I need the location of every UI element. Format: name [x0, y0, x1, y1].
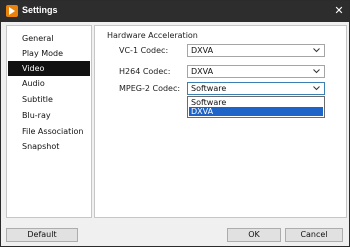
mpeg2-codec-select[interactable]: Software — [187, 82, 325, 95]
sidebar-item-audio[interactable]: Audio — [8, 76, 90, 91]
default-button[interactable]: Default — [6, 228, 78, 242]
ok-button[interactable]: OK — [227, 228, 281, 242]
title-bar: Settings ✕ — [1, 1, 349, 22]
sidebar-item-video[interactable]: Video — [8, 61, 90, 76]
h264-codec-select[interactable]: DXVA — [187, 65, 325, 78]
vc1-codec-select[interactable]: DXVA — [187, 44, 325, 57]
sidebar-item-subtitle[interactable]: Subtitle — [8, 92, 90, 107]
video-settings-panel: Hardware Acceleration VC-1 Codec: DXVA H… — [94, 25, 347, 218]
sidebar-item-play-mode[interactable]: Play Mode — [8, 46, 90, 61]
dialog-footer: Default OK Cancel — [1, 218, 349, 246]
section-title: Hardware Acceleration — [107, 31, 198, 40]
sidebar-item-file-association[interactable]: File Association — [8, 124, 90, 139]
mpeg2-codec-dropdown-list: Software DXVA — [187, 96, 325, 118]
sidebar-item-blu-ray[interactable]: Blu-ray — [8, 108, 90, 123]
sidebar-item-general[interactable]: General — [8, 31, 90, 46]
vc1-codec-label: VC-1 Codec: — [119, 46, 169, 55]
play-logo-icon — [6, 5, 18, 17]
settings-window: Settings ✕ General Play Mode Video Audio… — [0, 0, 350, 247]
window-title: Settings — [22, 5, 58, 15]
chevron-down-icon — [313, 86, 320, 91]
mpeg2-codec-label: MPEG-2 Codec: — [119, 84, 181, 93]
mpeg2-codec-value: Software — [191, 84, 227, 93]
chevron-down-icon — [313, 48, 320, 53]
chevron-down-icon — [313, 69, 320, 74]
h264-codec-value: DXVA — [191, 67, 214, 76]
cancel-button[interactable]: Cancel — [285, 228, 343, 242]
dropdown-option-dxva[interactable]: DXVA — [189, 107, 323, 116]
h264-codec-label: H264 Codec: — [119, 67, 171, 76]
settings-sidebar: General Play Mode Video Audio Subtitle B… — [6, 25, 92, 218]
close-icon[interactable]: ✕ — [331, 3, 347, 19]
sidebar-item-snapshot[interactable]: Snapshot — [8, 139, 90, 154]
vc1-codec-value: DXVA — [191, 46, 214, 55]
dropdown-option-software[interactable]: Software — [189, 98, 323, 107]
